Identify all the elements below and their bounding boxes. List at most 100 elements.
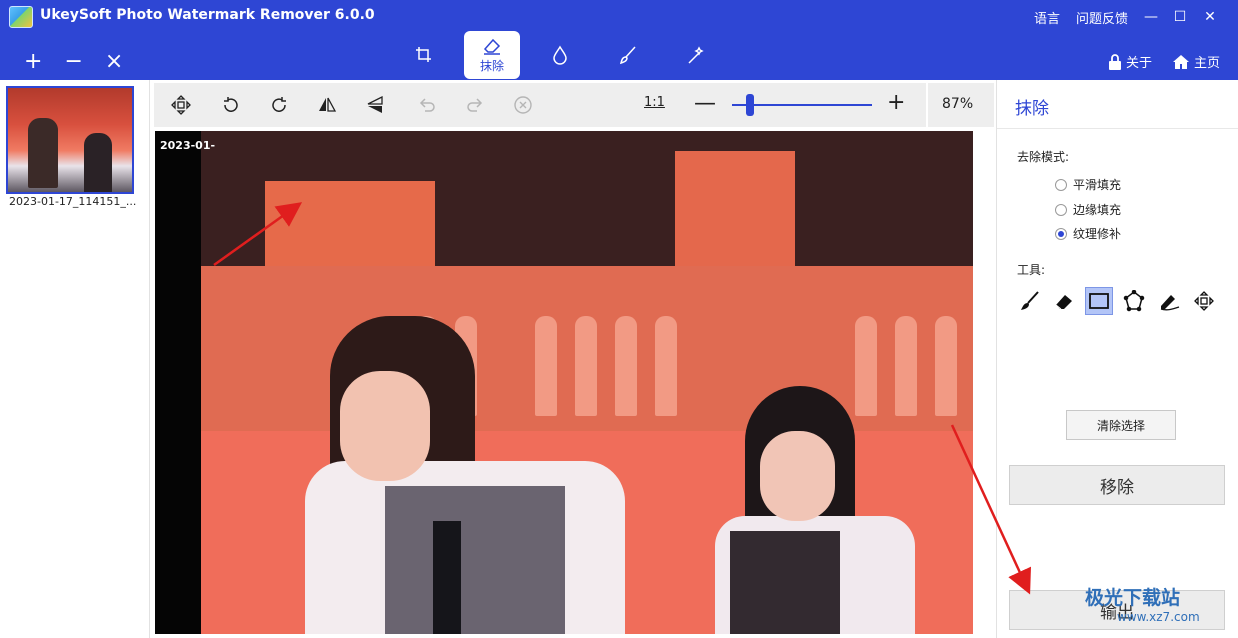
rotate-left-icon — [224, 97, 238, 112]
close-button[interactable]: ✕ — [1196, 4, 1224, 30]
mode-option-texture[interactable]: 纹理修补 — [1055, 225, 1121, 242]
zoom-slider-handle[interactable] — [746, 94, 755, 116]
canvas-toolbar: 1:1 — + 87% — [154, 83, 994, 127]
clear-all-button[interactable] — [500, 83, 546, 127]
brush-icon — [1021, 291, 1039, 310]
home-link[interactable]: 主页 — [1172, 52, 1220, 71]
photo-stage-block — [265, 181, 435, 271]
about-label: 关于 — [1125, 56, 1152, 71]
brush-tool[interactable] — [1015, 287, 1043, 315]
radio-button[interactable] — [1055, 178, 1067, 191]
remove-file-button[interactable]: − — [64, 51, 82, 73]
tab-drop[interactable] — [532, 31, 588, 79]
feedback-link[interactable]: 问题反馈 — [1076, 8, 1128, 27]
photo-stage-block — [675, 151, 795, 281]
file-operations: + − × — [24, 51, 123, 73]
mode-label: 边缘填充 — [1073, 203, 1122, 217]
photo-timestamp: 2023-01- — [160, 139, 216, 152]
zoom-out-button[interactable]: — — [694, 91, 716, 116]
rectangle-select-tool[interactable] — [1085, 287, 1113, 315]
thumbnail-panel: 2023-01-17_114151_... — [0, 80, 150, 638]
flip-vertical-icon — [367, 95, 383, 113]
home-label: 主页 — [1193, 56, 1220, 71]
rotate-left-button[interactable] — [208, 83, 254, 127]
lock-icon — [1108, 53, 1121, 70]
mode-label: 平滑填充 — [1073, 178, 1122, 192]
app-logo-icon — [9, 6, 33, 28]
photo-baluster — [615, 316, 637, 416]
radio-button[interactable] — [1055, 203, 1067, 216]
tab-crop[interactable] — [396, 31, 452, 79]
thumbnail-label: 2023-01-17_114151_... — [9, 195, 137, 208]
photo-person-tie — [433, 521, 461, 634]
photo-baluster — [655, 316, 677, 416]
maximize-icon: ☐ — [1173, 9, 1187, 25]
toolbar-divider — [926, 83, 928, 127]
title-bar: UkeySoft Photo Watermark Remover 6.0.0 语… — [0, 0, 1238, 80]
rectangle-select-icon — [1089, 293, 1109, 309]
rotate-right-icon — [272, 97, 286, 112]
move-icon — [171, 95, 191, 115]
photo-baluster — [895, 316, 917, 416]
undo-button[interactable] — [404, 83, 450, 127]
remove-button[interactable]: 移除 — [1009, 465, 1225, 505]
drop-icon — [553, 45, 567, 65]
panel-title: 抹除 — [1015, 99, 1049, 119]
tab-erase[interactable]: 抹除 — [464, 31, 520, 79]
flip-horizontal-icon — [319, 97, 337, 112]
zoom-in-button[interactable]: + — [887, 90, 905, 115]
move-tool[interactable] — [1190, 287, 1218, 315]
tab-wand[interactable] — [668, 31, 724, 79]
photo-black-border — [155, 131, 201, 634]
flip-horizontal-button[interactable] — [304, 83, 350, 127]
photo-preview[interactable]: 2023-01- — [155, 131, 973, 634]
photo-person-vest — [730, 531, 840, 634]
photo-person-face — [340, 371, 430, 481]
selection-tools — [1015, 287, 1218, 315]
panel-divider — [997, 128, 1238, 129]
radio-button-selected[interactable] — [1055, 227, 1067, 240]
top-links: 语言 问题反馈 — [1034, 8, 1128, 27]
clear-all-icon — [514, 96, 532, 114]
language-link[interactable]: 语言 — [1034, 8, 1060, 27]
header-right-links: 关于 主页 — [1108, 52, 1220, 71]
erase-panel: 抹除 去除模式: 平滑填充 边缘填充 纹理修补 工具: 清除选择 移除 输出 — [996, 80, 1238, 638]
removal-mode-label: 去除模式: — [1017, 150, 1070, 164]
lasso-pen-tool[interactable] — [1155, 287, 1183, 315]
mode-option-edge[interactable]: 边缘填充 — [1055, 201, 1121, 218]
clear-selection-button[interactable]: 清除选择 — [1066, 410, 1176, 440]
brush-icon — [619, 46, 636, 65]
polygon-select-tool[interactable] — [1120, 287, 1148, 315]
eraser-tool[interactable] — [1050, 287, 1078, 315]
minimize-button[interactable]: — — [1137, 4, 1165, 30]
redo-icon — [467, 98, 483, 112]
site-watermark: 极光下载站 www.xz7.com — [1085, 583, 1200, 624]
minimize-icon: — — [1144, 9, 1158, 25]
polygon-select-icon — [1123, 290, 1145, 312]
tab-brush[interactable] — [600, 31, 656, 79]
flip-vertical-button[interactable] — [352, 83, 398, 127]
crop-icon — [416, 47, 431, 62]
tab-erase-label: 抹除 — [479, 58, 504, 73]
image-canvas[interactable]: 2023-01- — [150, 127, 996, 638]
lasso-pen-icon — [1160, 295, 1180, 311]
add-file-button[interactable]: + — [24, 51, 42, 73]
about-link[interactable]: 关于 — [1108, 52, 1152, 71]
thumbnail-image[interactable] — [6, 86, 134, 194]
photo-person-face — [760, 431, 835, 521]
app-title: UkeySoft Photo Watermark Remover 6.0.0 — [40, 7, 375, 23]
actual-size-button[interactable]: 1:1 — [644, 95, 665, 110]
maximize-button[interactable]: ☐ — [1166, 4, 1194, 30]
photo-baluster — [535, 316, 557, 416]
watermark-url: www.xz7.com — [1117, 610, 1200, 624]
move-button[interactable] — [158, 83, 204, 127]
eraser-icon — [1055, 295, 1072, 310]
watermark-brand: 极光下载站 — [1085, 587, 1181, 609]
thumbnail-figure — [84, 133, 112, 192]
undo-icon — [419, 98, 435, 112]
redo-button[interactable] — [452, 83, 498, 127]
move-icon — [1194, 291, 1214, 311]
rotate-right-button[interactable] — [256, 83, 302, 127]
mode-option-smooth[interactable]: 平滑填充 — [1055, 176, 1121, 193]
clear-files-button[interactable]: × — [105, 51, 123, 73]
